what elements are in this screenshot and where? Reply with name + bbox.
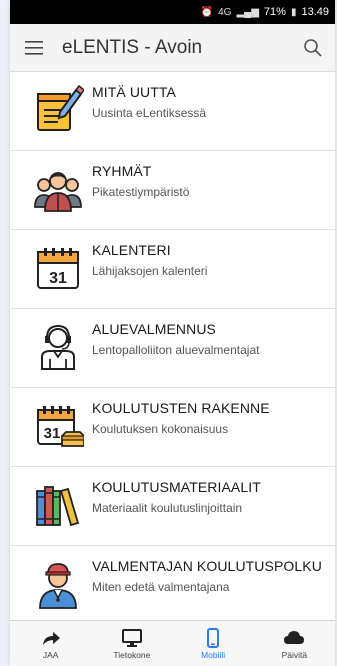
menu-item-aluevalmennus[interactable]: ALUEVALMENNUS Lentopalloliiton aluevalme… bbox=[10, 309, 335, 388]
item-subtitle: Materiaalit koulutuslinjoittain bbox=[92, 501, 243, 515]
tab-jaa[interactable]: JAA bbox=[16, 628, 86, 660]
network-label: 4G bbox=[218, 6, 232, 18]
signal-icon: ▂▄▆ bbox=[236, 6, 259, 18]
item-title: KOULUTUSTEN RAKENNE bbox=[92, 400, 270, 416]
share-icon bbox=[42, 631, 60, 645]
item-subtitle: Pikatestiympäristö bbox=[92, 185, 190, 199]
cloud-icon bbox=[284, 630, 305, 644]
app-bar: eLENTIS - Avoin bbox=[10, 24, 335, 72]
item-title: KOULUTUSMATERIAALIT bbox=[92, 479, 261, 495]
calendar-day-number: 31 bbox=[49, 270, 67, 287]
tab-label: Tietokone bbox=[113, 649, 151, 660]
menu-item-mita-uutta[interactable]: MITÄ UUTTA Uusinta eLentiksessä bbox=[10, 72, 335, 151]
item-title: RYHMÄT bbox=[92, 163, 152, 179]
hamburger-icon bbox=[25, 40, 43, 55]
notepad-pencil-icon bbox=[32, 84, 84, 136]
calendar-tray-icon: 31 bbox=[32, 400, 84, 452]
status-bar: ⏰ 4G ▂▄▆ 71% ▮ 13.49 bbox=[10, 0, 335, 24]
hamburger-menu-button[interactable] bbox=[10, 24, 58, 72]
item-title: MITÄ UUTTA bbox=[92, 84, 176, 100]
calendar-icon: 31 bbox=[32, 242, 84, 294]
menu-item-kalenteri[interactable]: 31 KALENTERI Lähijaksojen kalenteri bbox=[10, 230, 335, 309]
tab-mobiili[interactable]: Mobiili bbox=[178, 627, 248, 660]
people-group-icon bbox=[32, 163, 84, 215]
item-subtitle: Uusinta eLentiksessä bbox=[92, 106, 207, 120]
tab-label: JAA bbox=[42, 649, 59, 660]
menu-item-valmentajan-koulutuspolku[interactable]: VALMENTAJAN KOULUTUSPOLKU Miten edetä va… bbox=[10, 546, 335, 620]
battery-percent: 71% bbox=[263, 6, 286, 18]
menu-list: MITÄ UUTTA Uusinta eLentiksessä RYHMÄT P… bbox=[10, 72, 335, 620]
tab-paivita[interactable]: Päivitä bbox=[259, 628, 329, 660]
tab-tietokone[interactable]: Tietokone bbox=[97, 628, 167, 660]
alarm-icon: ⏰ bbox=[200, 6, 214, 18]
menu-item-koulutusmateriaalit[interactable]: KOULUTUSMATERIAALIT Materiaalit koulutus… bbox=[10, 467, 335, 546]
tab-label: Päivitä bbox=[281, 649, 308, 660]
item-subtitle: Koulutuksen kokonaisuus bbox=[92, 422, 229, 436]
item-title: VALMENTAJAN KOULUTUSPOLKU bbox=[92, 558, 322, 574]
desktop-icon bbox=[121, 628, 142, 647]
menu-item-ryhmat[interactable]: RYHMÄT Pikatestiympäristö bbox=[10, 151, 335, 230]
bottom-tab-bar: JAA Tietokone Mobiili Päivitä bbox=[10, 620, 335, 666]
coach-cap-icon bbox=[32, 558, 84, 610]
menu-item-koulutusten-rakenne[interactable]: 31 KOULUTUSTEN RAKENNE Koulutuksen kokon… bbox=[10, 388, 335, 467]
item-title: ALUEVALMENNUS bbox=[92, 321, 216, 337]
item-subtitle: Lähijaksojen kalenteri bbox=[92, 264, 208, 278]
mobile-icon bbox=[207, 627, 220, 648]
clock: 13.49 bbox=[301, 6, 329, 18]
phone-screen: ⏰ 4G ▂▄▆ 71% ▮ 13.49 eLENTIS - Avoin MIT… bbox=[10, 0, 335, 666]
search-icon bbox=[304, 38, 322, 57]
coach-headset-icon bbox=[32, 321, 84, 373]
search-button[interactable] bbox=[291, 24, 335, 72]
app-title: eLENTIS - Avoin bbox=[62, 36, 203, 58]
item-subtitle: Miten edetä valmentajana bbox=[92, 580, 230, 594]
item-subtitle: Lentopalloliiton aluevalmentajat bbox=[92, 343, 260, 357]
books-icon bbox=[32, 479, 84, 531]
item-title: KALENTERI bbox=[92, 242, 171, 258]
battery-icon: ▮ bbox=[290, 6, 297, 18]
calendar-day-number: 31 bbox=[44, 425, 61, 442]
tab-label: Mobiili bbox=[201, 649, 226, 660]
